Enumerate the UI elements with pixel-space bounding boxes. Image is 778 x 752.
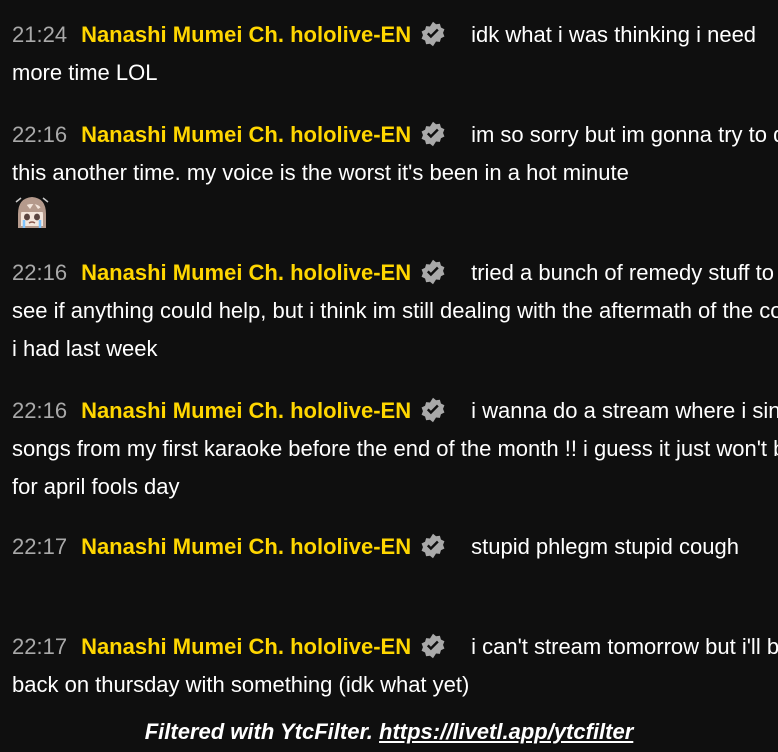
verified-icon: [419, 20, 447, 48]
verified-icon: [419, 532, 447, 560]
author-name[interactable]: Nanashi Mumei Ch. hololive-EN: [81, 260, 411, 285]
chat-message: 22:16 Nanashi Mumei Ch. hololive-EN im so …: [12, 116, 778, 236]
message-timestamp: 22:16: [12, 122, 68, 147]
chat-message: 22:17 Nanashi Mumei Ch. hololive-EN i can'…: [12, 628, 778, 704]
chat-message: 22:16 Nanashi Mumei Ch. hololive-EN i wann…: [12, 392, 778, 506]
ytcfilter-link[interactable]: https://livetl.app/ytcfilter: [379, 719, 633, 744]
filter-footer: Filtered with YtcFilter. https://livetl.…: [0, 712, 778, 752]
author-name[interactable]: Nanashi Mumei Ch. hololive-EN: [81, 22, 411, 47]
verified-icon: [419, 632, 447, 660]
message-timestamp: 22:16: [12, 260, 68, 285]
author-name[interactable]: Nanashi Mumei Ch. hololive-EN: [81, 634, 411, 659]
message-timestamp: 22:17: [12, 534, 68, 559]
author-name[interactable]: Nanashi Mumei Ch. hololive-EN: [81, 398, 411, 423]
message-text: stupid phlegm stupid cough: [471, 534, 739, 559]
message-timestamp: 22:16: [12, 398, 68, 423]
verified-icon: [419, 396, 447, 424]
footer-label: Filtered with YtcFilter.: [144, 719, 373, 744]
chat-message: 22:16 Nanashi Mumei Ch. hololive-EN tried …: [12, 254, 778, 368]
chat-message: 22:17 Nanashi Mumei Ch. hololive-EN stupid…: [12, 528, 778, 566]
verified-icon: [419, 258, 447, 286]
author-name[interactable]: Nanashi Mumei Ch. hololive-EN: [81, 534, 411, 559]
message-timestamp: 22:17: [12, 634, 68, 659]
crying-mumei-emoji: [12, 192, 52, 232]
chat-message: 21:24 Nanashi Mumei Ch. hololive-EN idk wh…: [12, 16, 778, 92]
message-timestamp: 21:24: [12, 22, 68, 47]
verified-icon: [419, 120, 447, 148]
author-name[interactable]: Nanashi Mumei Ch. hololive-EN: [81, 122, 411, 147]
